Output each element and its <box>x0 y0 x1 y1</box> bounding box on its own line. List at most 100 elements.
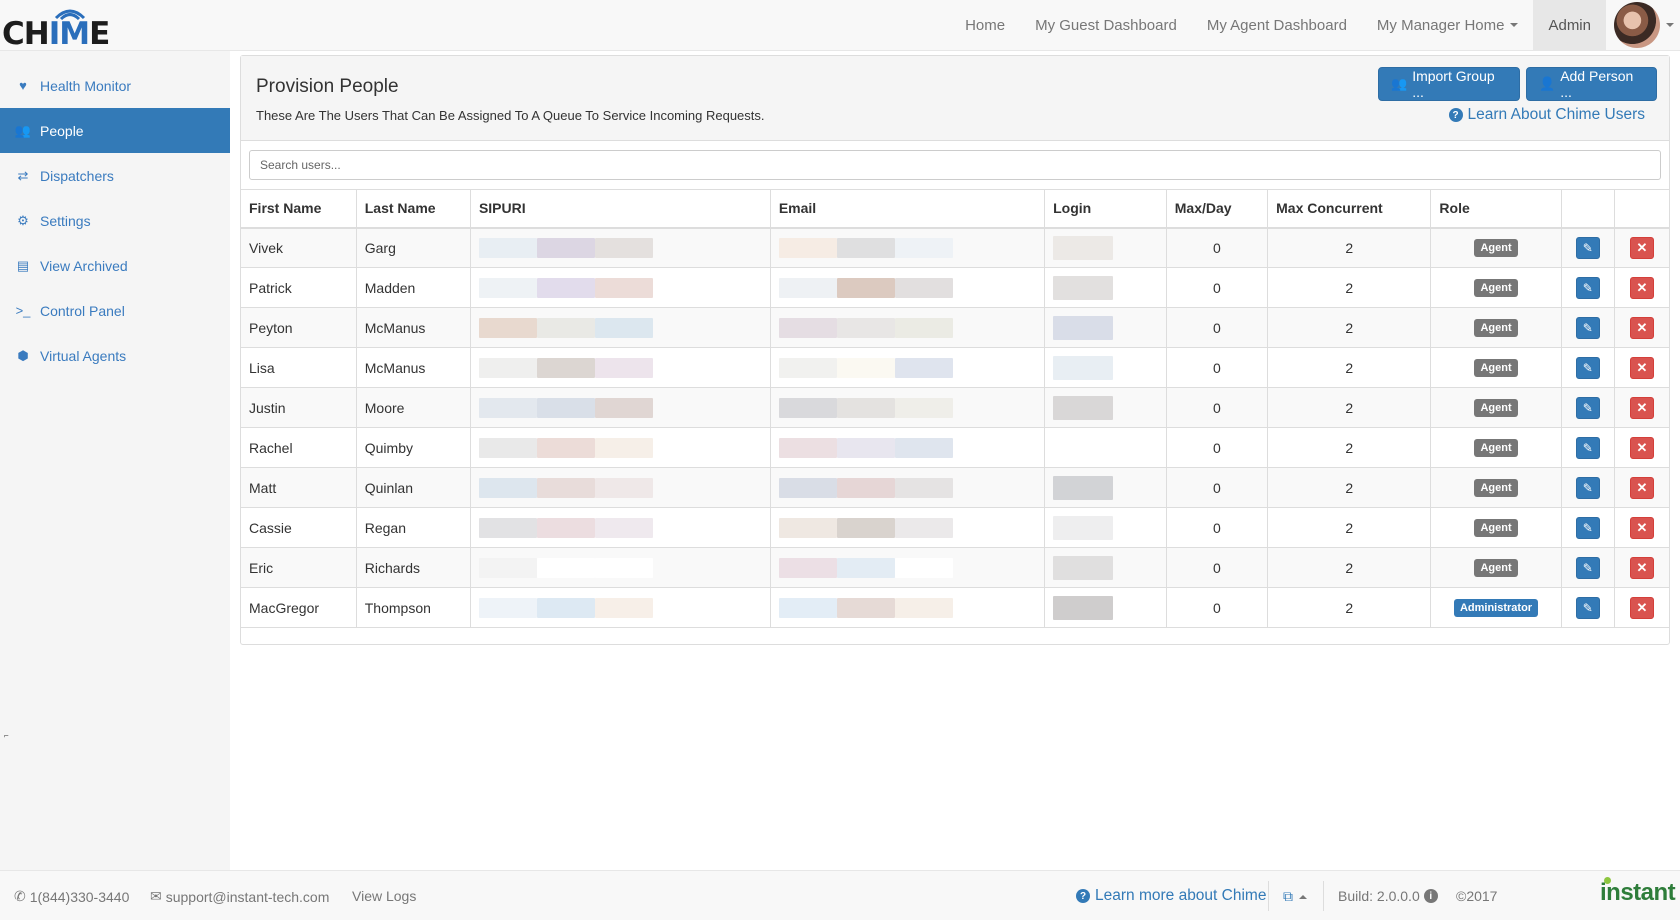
delete-button[interactable]: ✕ <box>1629 236 1654 259</box>
edit-button[interactable]: ✎ <box>1575 476 1600 499</box>
cell-delete: ✕ <box>1613 387 1669 428</box>
sidebar-item-control-panel[interactable]: >_ Control Panel <box>0 288 230 333</box>
cell-max-concurrent: 2 <box>1267 387 1431 428</box>
edit-button[interactable]: ✎ <box>1575 596 1600 619</box>
delete-button[interactable]: ✕ <box>1629 516 1654 539</box>
col-max-concurrent[interactable]: Max Concurrent <box>1267 189 1431 229</box>
top-navbar: CHIME Home My Guest Dashboard My Agent D… <box>0 0 1680 52</box>
edit-icon: ✎ <box>1582 480 1593 495</box>
cell-sipuri <box>469 227 771 268</box>
cell-last-name: McManus <box>355 347 471 388</box>
col-max-day[interactable]: Max/Day <box>1165 189 1268 229</box>
edit-button[interactable]: ✎ <box>1575 396 1600 419</box>
delete-button[interactable]: ✕ <box>1629 316 1654 339</box>
edit-button[interactable]: ✎ <box>1575 516 1600 539</box>
redacted-block <box>1053 595 1114 620</box>
nav-manager-home[interactable]: My Manager Home <box>1362 0 1534 50</box>
delete-button[interactable]: ✕ <box>1629 476 1654 499</box>
edit-button[interactable]: ✎ <box>1575 356 1600 379</box>
cell-first-name: MacGregor <box>241 587 357 628</box>
table-row: Eric Richards 0 2 Agent ✎ ✕ <box>241 547 1669 588</box>
nav-home[interactable]: Home <box>950 0 1020 50</box>
redacted-block <box>594 557 653 578</box>
redacted-block <box>894 557 953 578</box>
sidebar-item-view-archived[interactable]: ▤ View Archived <box>0 243 230 288</box>
search-users-input[interactable] <box>249 150 1661 180</box>
chime-logo[interactable]: CHIME <box>2 8 110 52</box>
learn-chime-users-link[interactable]: ? Learn About Chime Users <box>1448 106 1645 124</box>
redacted-block <box>836 557 895 578</box>
cell-email <box>769 227 1045 268</box>
redacted-block <box>778 277 837 298</box>
col-role[interactable]: Role <box>1430 189 1562 229</box>
delete-button[interactable]: ✕ <box>1629 556 1654 579</box>
sidebar-item-settings[interactable]: ⚙ Settings <box>0 198 230 243</box>
cell-edit: ✎ <box>1560 347 1615 388</box>
divider <box>1323 881 1324 911</box>
import-group-button[interactable]: 👥 Import Group ... <box>1378 67 1520 101</box>
cell-sipuri <box>469 507 771 548</box>
col-sipuri[interactable]: SIPURI <box>469 189 771 229</box>
nav-guest-dashboard[interactable]: My Guest Dashboard <box>1020 0 1192 50</box>
cell-login <box>1044 267 1167 308</box>
cell-edit: ✎ <box>1560 467 1615 508</box>
edit-icon: ✎ <box>1582 440 1593 455</box>
learn-more-chime-link[interactable]: ? Learn more about Chime <box>1076 887 1266 905</box>
redacted-block <box>836 517 895 538</box>
delete-button[interactable]: ✕ <box>1629 396 1654 419</box>
close-icon: ✕ <box>1636 239 1648 255</box>
col-first-name[interactable]: First Name <box>241 189 357 229</box>
cell-delete: ✕ <box>1613 347 1669 388</box>
support-email[interactable]: ✉ support@instant-tech.com <box>150 888 329 905</box>
sidebar-item-people[interactable]: 👥 People <box>0 108 230 153</box>
sidebar-item-health-monitor[interactable]: ♥ Health Monitor <box>0 63 230 108</box>
delete-button[interactable]: ✕ <box>1629 276 1654 299</box>
cell-delete: ✕ <box>1613 427 1669 468</box>
delete-button[interactable]: ✕ <box>1629 356 1654 379</box>
exchange-icon: ⇄ <box>17 167 29 183</box>
nav-agent-dashboard[interactable]: My Agent Dashboard <box>1192 0 1362 50</box>
sidebar-item-dispatchers[interactable]: ⇄ Dispatchers <box>0 153 230 198</box>
cell-max-concurrent: 2 <box>1267 267 1431 308</box>
instant-brand-logo[interactable]: instant <box>1600 879 1676 907</box>
sidebar-resize-handle[interactable]: ⌐ <box>4 731 9 740</box>
redacted-block <box>1053 235 1114 260</box>
cell-max-concurrent: 2 <box>1267 427 1431 468</box>
language-selector[interactable]: ⧉ <box>1283 888 1307 905</box>
user-menu[interactable] <box>1606 0 1680 50</box>
redacted-block <box>594 517 653 538</box>
add-person-button[interactable]: 👤 Add Person ... <box>1526 67 1657 101</box>
phone-icon: ✆ <box>14 888 26 904</box>
edit-button[interactable]: ✎ <box>1575 276 1600 299</box>
nav-admin[interactable]: Admin <box>1533 0 1606 50</box>
sidebar-item-virtual-agents[interactable]: ⬢ Virtual Agents <box>0 333 230 378</box>
redacted-block <box>1053 475 1114 500</box>
redacted-block <box>1053 315 1114 340</box>
edit-icon: ✎ <box>1582 400 1593 415</box>
cell-edit: ✎ <box>1560 307 1615 348</box>
cell-max-day: 0 <box>1165 547 1268 588</box>
edit-button[interactable]: ✎ <box>1575 316 1600 339</box>
redacted-block <box>836 397 895 418</box>
role-badge: Agent <box>1474 359 1518 377</box>
col-email[interactable]: Email <box>769 189 1045 229</box>
info-circle-icon[interactable]: i <box>1423 889 1438 903</box>
col-last-name[interactable]: Last Name <box>355 189 471 229</box>
delete-button[interactable]: ✕ <box>1629 596 1654 619</box>
delete-button[interactable]: ✕ <box>1629 436 1654 459</box>
edit-button[interactable]: ✎ <box>1575 436 1600 459</box>
cell-role: Agent <box>1430 307 1562 348</box>
sidebar-item-label: Virtual Agents <box>40 347 127 364</box>
avatar[interactable] <box>1614 2 1660 48</box>
redacted-block <box>836 277 895 298</box>
col-login[interactable]: Login <box>1044 189 1167 229</box>
cell-role: Administrator <box>1430 587 1562 628</box>
edit-button[interactable]: ✎ <box>1575 556 1600 579</box>
cell-first-name: Patrick <box>241 267 357 308</box>
redacted-block <box>536 557 595 578</box>
view-logs-link[interactable]: View Logs <box>352 888 416 904</box>
redacted-block <box>478 317 537 338</box>
edit-button[interactable]: ✎ <box>1575 236 1600 259</box>
table-row: MacGregor Thompson 0 2 Administrator ✎ ✕ <box>241 587 1669 628</box>
table-row: Peyton McManus 0 2 Agent ✎ ✕ <box>241 307 1669 348</box>
